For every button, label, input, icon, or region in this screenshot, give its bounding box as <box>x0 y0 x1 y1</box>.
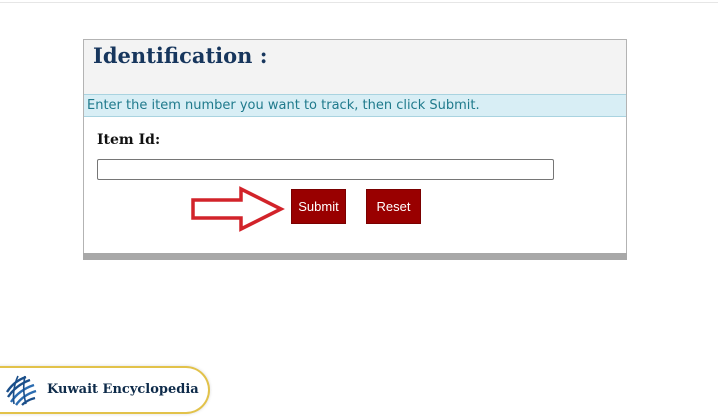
reset-button[interactable]: Reset <box>366 189 421 224</box>
item-id-label: Item Id: <box>97 132 161 148</box>
submit-button[interactable]: Submit <box>291 189 346 224</box>
panel-footer-bar <box>83 253 627 260</box>
page-title: Identification : <box>93 43 268 68</box>
top-divider <box>0 2 718 3</box>
panel-header: Identification : <box>84 40 626 94</box>
brand-name: Kuwait Encyclopedia <box>47 382 199 397</box>
tracking-form-panel: Identification : Enter the item number y… <box>83 39 627 260</box>
instruction-text: Enter the item number you want to track,… <box>87 98 480 113</box>
brand-badge: Kuwait Encyclopedia <box>0 366 210 414</box>
right-arrow-icon <box>191 186 285 232</box>
globe-logo-icon <box>5 375 37 406</box>
instruction-bar: Enter the item number you want to track,… <box>84 94 626 117</box>
item-id-input[interactable] <box>97 159 554 180</box>
